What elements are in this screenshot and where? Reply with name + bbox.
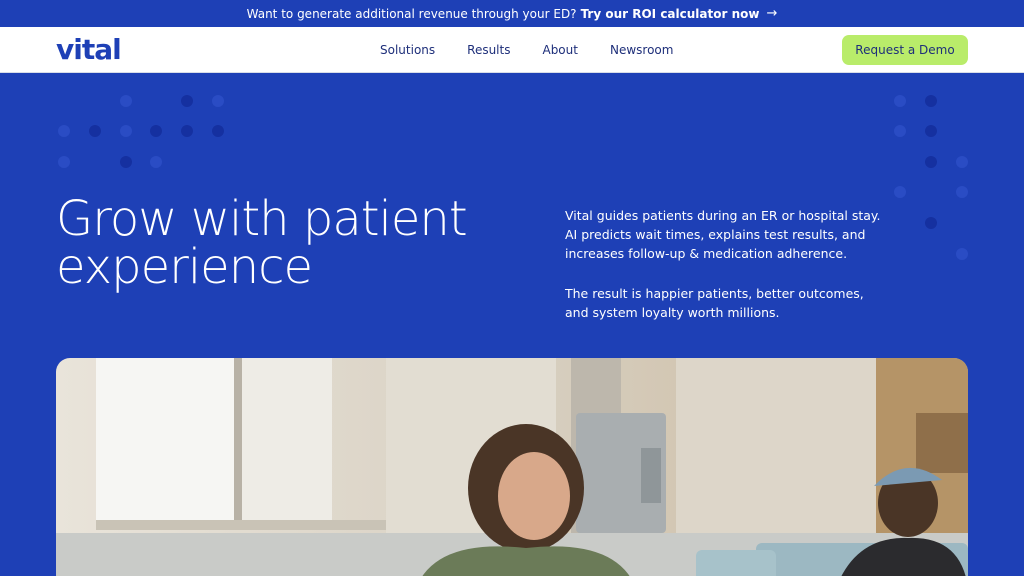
main-nav: vital Solutions Results About Newsroom R…	[0, 27, 1024, 73]
hero-description: Vital guides patients during an ER or ho…	[565, 206, 885, 322]
hero-photo	[56, 358, 968, 576]
vital-logo[interactable]: vital	[56, 33, 122, 66]
nav-link-results[interactable]: Results	[467, 43, 510, 57]
nav-link-newsroom[interactable]: Newsroom	[610, 43, 673, 57]
roi-calculator-link[interactable]: Try our ROI calculator now	[581, 7, 760, 21]
hero-paragraph: The result is happier patients, better o…	[565, 286, 864, 320]
request-demo-button[interactable]: Request a Demo	[842, 35, 968, 65]
hero-title: Grow with patient experience	[56, 191, 468, 295]
announcement-text: Want to generate additional revenue thro…	[246, 6, 577, 21]
hero-paragraph: Vital guides patients during an ER or ho…	[565, 208, 881, 261]
nav-links: Solutions Results About Newsroom	[380, 27, 705, 73]
arrow-right-icon: →	[766, 6, 778, 21]
hospital-waiting-room-image	[56, 358, 968, 576]
nav-link-solutions[interactable]: Solutions	[380, 43, 435, 57]
nav-link-about[interactable]: About	[542, 43, 577, 57]
announcement-bar[interactable]: Want to generate additional revenue thro…	[0, 0, 1024, 27]
